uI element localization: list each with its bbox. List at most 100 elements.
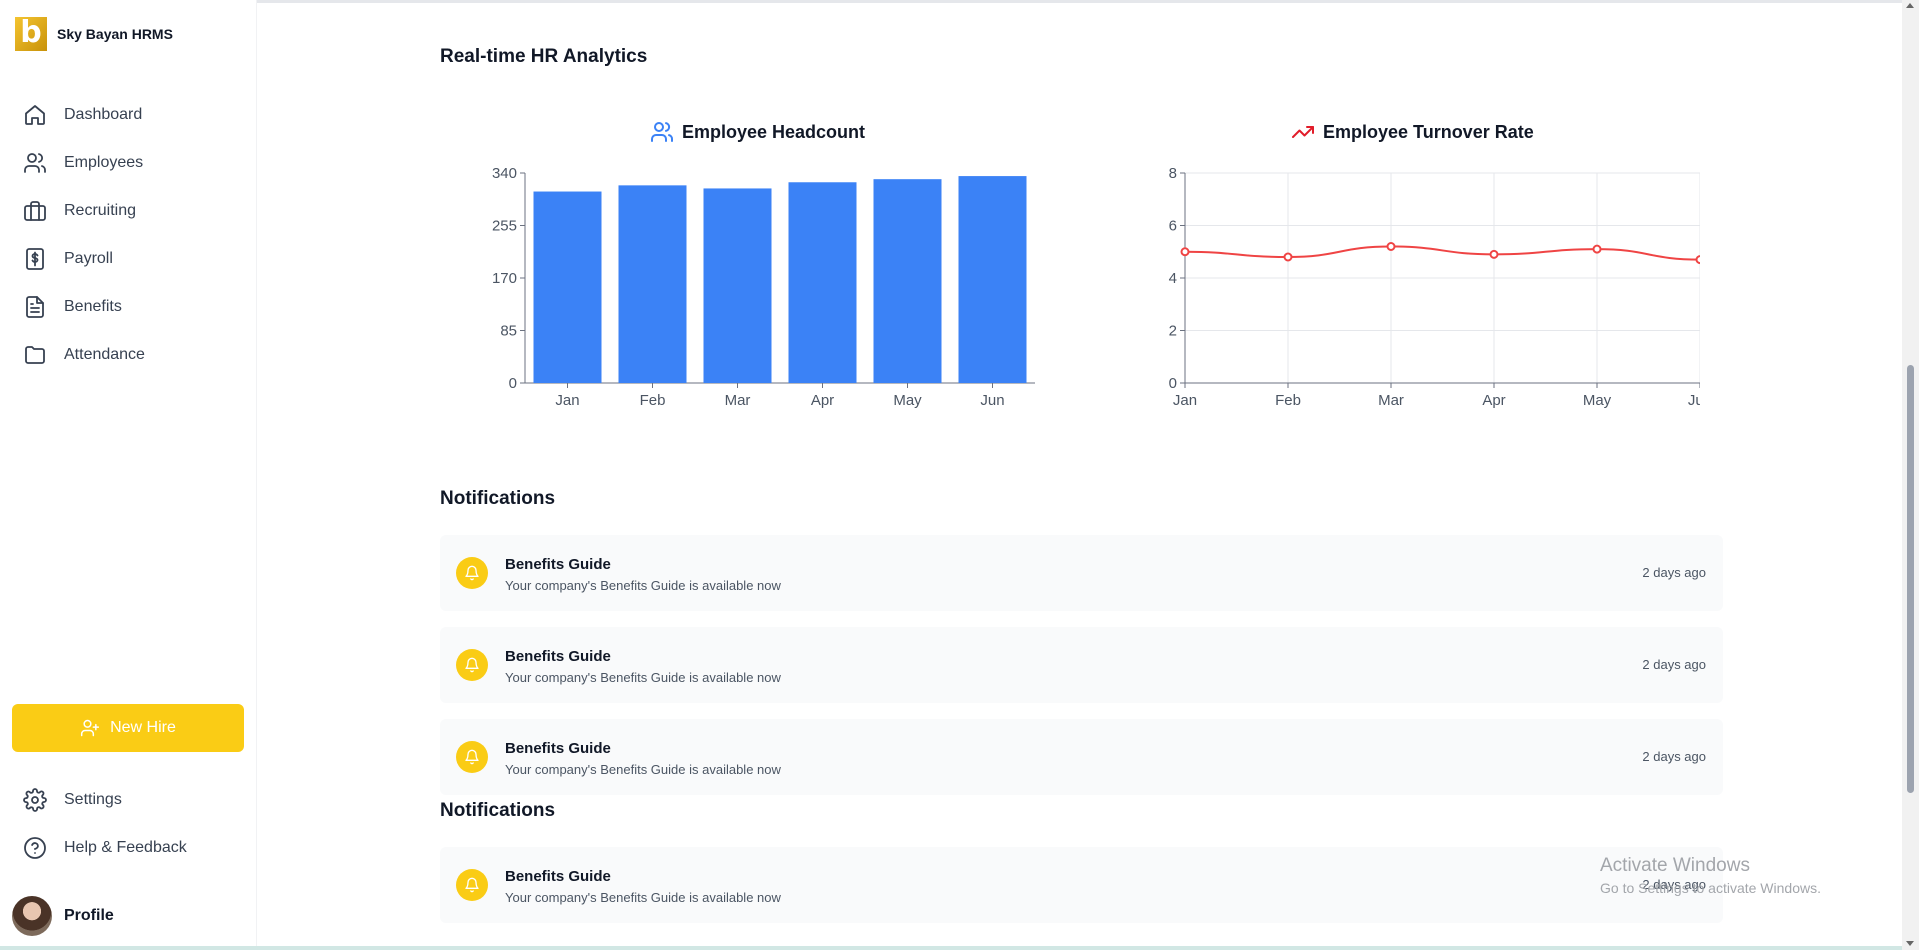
y-tick-label: 2 bbox=[1169, 323, 1177, 340]
point-may bbox=[1592, 244, 1602, 254]
scrollbar[interactable] bbox=[1902, 0, 1919, 950]
scroll-down-arrow[interactable] bbox=[1906, 941, 1914, 946]
bell-icon bbox=[456, 557, 488, 589]
gear-icon bbox=[23, 788, 47, 812]
sidebar-item-payroll[interactable]: Payroll bbox=[23, 235, 145, 283]
notification-item[interactable]: Benefits Guide Your company's Benefits G… bbox=[440, 535, 1723, 611]
help-circle-icon bbox=[24, 837, 46, 859]
notification-time: 2 days ago bbox=[1642, 657, 1706, 672]
y-tick-label: 0 bbox=[509, 375, 517, 392]
notification-item[interactable]: Benefits Guide Your company's Benefits G… bbox=[440, 847, 1723, 923]
bell-icon bbox=[456, 869, 488, 901]
new-hire-label: New Hire bbox=[110, 719, 176, 736]
watermark-line2: Go to Settings to activate Windows. bbox=[1600, 880, 1821, 896]
x-tick-label: Feb bbox=[640, 392, 666, 408]
y-tick-label: 4 bbox=[1169, 270, 1177, 287]
x-tick-label: Jan bbox=[555, 392, 579, 408]
point-feb bbox=[1283, 252, 1293, 262]
turnover-series-line bbox=[1184, 245, 1700, 261]
point-jan bbox=[1180, 247, 1190, 257]
x-tick-label: Apr bbox=[1482, 392, 1505, 408]
avatar bbox=[12, 896, 52, 936]
bar-jan bbox=[533, 191, 602, 383]
x-tick-label: Jun bbox=[1688, 392, 1700, 408]
notification-time: 2 days ago bbox=[1642, 749, 1706, 764]
scrollbar-thumb[interactable] bbox=[1907, 365, 1914, 793]
headcount-bar-chart: 0 85 170 255 340 Jan Feb Mar Apr May Jun bbox=[492, 165, 1035, 408]
briefcase-icon bbox=[24, 201, 46, 221]
notifications-title: Notifications bbox=[440, 488, 556, 509]
notification-message: Your company's Benefits Guide is availab… bbox=[505, 890, 781, 905]
x-tick-label: Jan bbox=[1173, 392, 1197, 408]
y-tick-label: 255 bbox=[492, 218, 517, 235]
notification-title: Benefits Guide bbox=[505, 556, 611, 573]
x-tick-label: Feb bbox=[1275, 392, 1301, 408]
sidebar-item-settings[interactable]: Settings bbox=[23, 776, 187, 824]
headcount-title-label: Employee Headcount bbox=[682, 121, 866, 142]
users-icon bbox=[24, 153, 46, 173]
analytics-title: Real-time HR Analytics bbox=[440, 46, 648, 67]
notification-item[interactable]: Benefits Guide Your company's Benefits G… bbox=[440, 719, 1723, 795]
y-tick-label: 8 bbox=[1169, 165, 1177, 182]
bar-feb bbox=[618, 185, 687, 383]
new-hire-button[interactable]: New Hire bbox=[12, 704, 244, 752]
trending-up-icon bbox=[1292, 126, 1314, 138]
bell-icon bbox=[456, 649, 488, 681]
y-tick-label: 0 bbox=[1169, 375, 1177, 392]
bottom-border bbox=[0, 946, 1902, 950]
profile-label: Profile bbox=[64, 907, 114, 924]
sidebar-item-help[interactable]: Help & Feedback bbox=[23, 824, 187, 872]
brand[interactable]: b Sky Bayan HRMS bbox=[15, 17, 173, 51]
point-jun bbox=[1695, 255, 1700, 265]
turnover-chart-title: Employee Turnover Rate bbox=[1291, 120, 1534, 144]
sidebar-item-dashboard[interactable]: Dashboard bbox=[23, 91, 145, 139]
sidebar-item-recruiting[interactable]: Recruiting bbox=[23, 187, 145, 235]
y-tick-label: 170 bbox=[492, 270, 517, 287]
notification-title: Benefits Guide bbox=[505, 868, 611, 885]
x-tick-label: Mar bbox=[1378, 392, 1404, 408]
turnover-title-label: Employee Turnover Rate bbox=[1323, 121, 1534, 142]
sidebar-item-benefits[interactable]: Benefits bbox=[23, 283, 145, 331]
profile[interactable]: Profile bbox=[12, 896, 114, 936]
x-tick-label: Mar bbox=[725, 392, 751, 408]
document-icon bbox=[26, 296, 44, 318]
y-tick-label: 340 bbox=[492, 165, 517, 182]
sidebar-item-label: Employees bbox=[64, 154, 144, 171]
sidebar-item-label: Benefits bbox=[64, 298, 122, 315]
notification-title: Benefits Guide bbox=[505, 740, 611, 757]
notification-message: Your company's Benefits Guide is availab… bbox=[505, 578, 781, 593]
notification-time: 2 days ago bbox=[1642, 565, 1706, 580]
notifications-title-2: Notifications bbox=[440, 800, 556, 821]
scroll-up-arrow[interactable] bbox=[1906, 3, 1914, 8]
notification-message: Your company's Benefits Guide is availab… bbox=[505, 762, 781, 777]
help-label: Help & Feedback bbox=[64, 839, 187, 856]
notification-message: Your company's Benefits Guide is availab… bbox=[505, 670, 781, 685]
x-tick-label: May bbox=[1583, 392, 1612, 408]
bar-jun bbox=[958, 176, 1027, 383]
settings-label: Settings bbox=[64, 791, 122, 808]
bell-icon bbox=[456, 741, 488, 773]
bar-may bbox=[873, 179, 942, 383]
sidebar-item-label: Dashboard bbox=[64, 106, 143, 123]
bar-mar bbox=[703, 188, 772, 383]
top-border bbox=[0, 0, 1902, 3]
y-tick-label: 6 bbox=[1169, 218, 1177, 235]
activate-windows-watermark: Activate Windows Go to Settings to activ… bbox=[1600, 855, 1821, 896]
sidebar-item-label: Payroll bbox=[64, 250, 113, 267]
x-tick-label: May bbox=[893, 392, 922, 408]
sidebar-item-attendance[interactable]: Attendance bbox=[23, 331, 145, 379]
notification-item[interactable]: Benefits Guide Your company's Benefits G… bbox=[440, 627, 1723, 703]
point-apr bbox=[1489, 249, 1499, 259]
headcount-chart-title: Employee Headcount bbox=[650, 120, 865, 144]
sidebar-bottom-nav: Settings Help & Feedback bbox=[23, 776, 187, 872]
sidebar-nav: Dashboard Employees Recruiting Payroll B… bbox=[23, 91, 145, 379]
turnover-line-chart: 0 2 4 6 8 Jan Feb Mar Apr May Jun bbox=[1169, 165, 1700, 408]
bar-apr bbox=[788, 182, 857, 383]
sidebar-item-label: Recruiting bbox=[64, 202, 137, 219]
sidebar-item-label: Attendance bbox=[64, 346, 145, 363]
user-plus-icon bbox=[81, 719, 100, 737]
dollar-icon bbox=[26, 248, 44, 270]
brand-logo: b bbox=[15, 17, 47, 51]
sidebar-item-employees[interactable]: Employees bbox=[23, 139, 145, 187]
brand-name: Sky Bayan HRMS bbox=[57, 26, 173, 42]
